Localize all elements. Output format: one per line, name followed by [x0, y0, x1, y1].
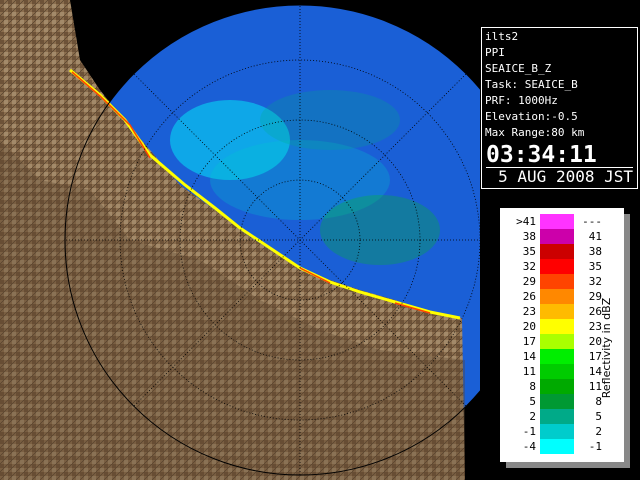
- legend-low-value: >41: [516, 215, 536, 228]
- legend-low-value: 17: [522, 335, 536, 348]
- legend-high-value: 20: [588, 335, 602, 348]
- legend-color-swatch: [540, 394, 574, 409]
- legend-low-value: 11: [522, 365, 536, 378]
- legend-low-value: 20: [522, 320, 536, 333]
- legend-color-swatch: [540, 409, 574, 424]
- legend-color-swatch: [540, 424, 574, 439]
- scan-info-panel: ilts2 PPI SEAICE_B_Z Task: SEAICE_B PRF:…: [481, 27, 638, 189]
- legend-low-value: 2: [529, 410, 536, 423]
- legend-color-swatch: [540, 334, 574, 349]
- legend-row: >41 ---: [500, 214, 624, 229]
- legend-high-value: 8: [595, 395, 602, 408]
- legend-high-value: 38: [588, 245, 602, 258]
- legend-low-value: 32: [522, 260, 536, 273]
- legend-high-value: 17: [588, 350, 602, 363]
- task-name: Task: SEAICE_B: [485, 78, 578, 91]
- legend-high-value: 29: [588, 290, 602, 303]
- legend-color-swatch: [540, 319, 574, 334]
- radar-name: ilts2: [485, 30, 519, 43]
- scan-time: 03:34:11: [486, 142, 597, 168]
- elevation-value: Elevation:-0.5: [485, 110, 578, 123]
- legend-color-swatch: [540, 379, 574, 394]
- legend-color-swatch: [540, 229, 574, 244]
- legend-high-value: 14: [588, 365, 602, 378]
- legend-high-value: ---: [582, 215, 602, 228]
- legend-low-value: 38: [522, 230, 536, 243]
- max-range-value: Max Range:80 km: [485, 126, 585, 139]
- legend-color-swatch: [540, 304, 574, 319]
- legend-low-value: 29: [522, 275, 536, 288]
- legend-high-value: 41: [588, 230, 602, 243]
- legend-low-value: 8: [529, 380, 536, 393]
- legend-high-value: 32: [588, 275, 602, 288]
- scan-name: SEAICE_B_Z: [485, 62, 552, 75]
- legend-color-swatch: [540, 214, 574, 229]
- reflectivity-legend: >41 --- 38 41 35 38 32 35 29 32 26 29 23 26 20 23 17 20 14…: [500, 208, 624, 462]
- legend-high-value: 35: [588, 260, 602, 273]
- legend-title: Reflectivity in dBZ: [600, 297, 613, 399]
- legend-high-value: 23: [588, 320, 602, 333]
- prf-value: PRF: 1000Hz: [485, 94, 558, 107]
- scan-date: 5 AUG 2008 JST: [486, 167, 633, 186]
- legend-low-value: 23: [522, 305, 536, 318]
- legend-color-swatch: [540, 349, 574, 364]
- legend-high-value: 26: [588, 305, 602, 318]
- legend-color-swatch: [540, 439, 574, 454]
- legend-color-swatch: [540, 289, 574, 304]
- legend-low-value: 5: [529, 395, 536, 408]
- radar-ppi-display: [0, 0, 480, 480]
- legend-color-swatch: [540, 259, 574, 274]
- product-type: PPI: [485, 46, 505, 59]
- legend-high-value: 2: [595, 425, 602, 438]
- legend-low-value: 35: [522, 245, 536, 258]
- legend-color-swatch: [540, 244, 574, 259]
- legend-high-value: 5: [595, 410, 602, 423]
- legend-high-value: -1: [588, 440, 602, 453]
- legend-low-value: 14: [522, 350, 536, 363]
- legend-color-swatch: [540, 274, 574, 289]
- legend-low-value: -4: [522, 440, 536, 453]
- legend-color-swatch: [540, 364, 574, 379]
- legend-row: 38 41: [500, 229, 624, 244]
- legend-low-value: 26: [522, 290, 536, 303]
- legend-high-value: 11: [588, 380, 602, 393]
- legend-low-value: -1: [522, 425, 536, 438]
